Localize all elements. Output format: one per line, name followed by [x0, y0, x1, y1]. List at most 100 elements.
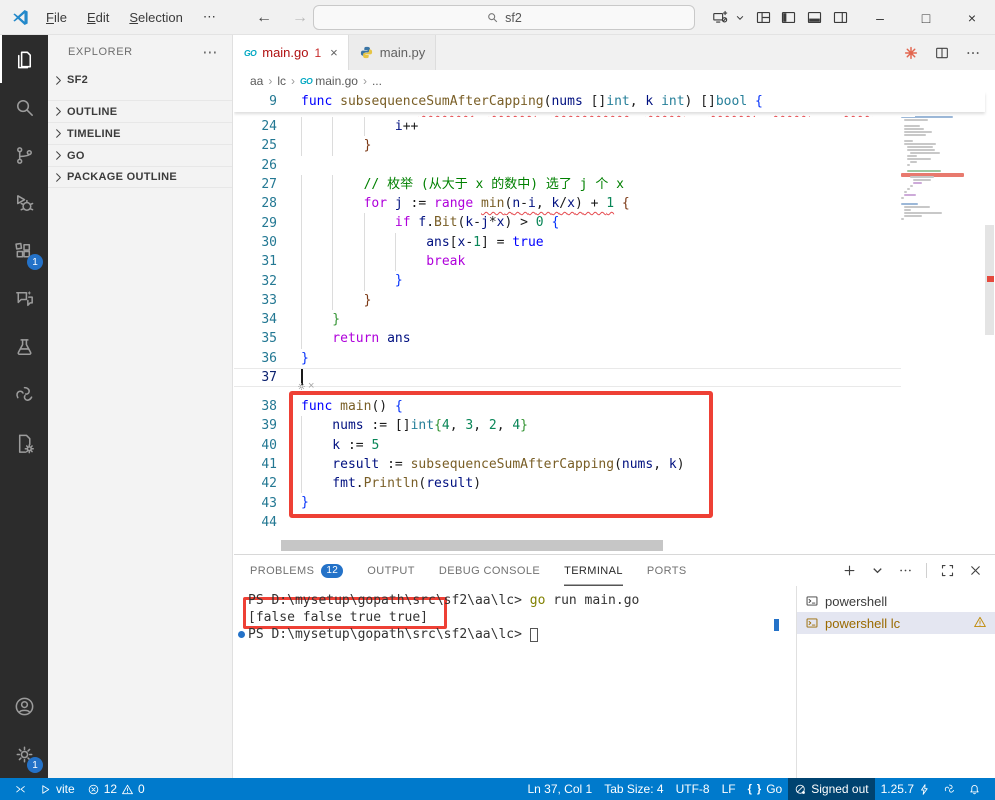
code-line-39[interactable]: 39 nums := []int{4, 3, 2, 4} [234, 416, 901, 435]
activity-run-and-debug[interactable] [0, 179, 48, 227]
code-line-40[interactable]: 40 k := 5 [234, 436, 901, 455]
terminal-tab-powershell-lc[interactable]: powershell lc [797, 612, 995, 634]
horizontal-scrollbar[interactable] [234, 540, 984, 551]
status-notifications[interactable] [962, 778, 987, 800]
status-encoding[interactable]: UTF-8 [670, 778, 716, 800]
menu-selection[interactable]: Selection [119, 0, 192, 35]
toggle-panel-icon[interactable] [806, 0, 823, 35]
panel-tab-debug-console[interactable]: DEBUG CONSOLE [439, 555, 540, 586]
status-tab-size[interactable]: Tab Size: 4 [598, 778, 669, 800]
activity-go-tools[interactable] [0, 371, 48, 419]
section-sf2[interactable]: SF2 [48, 69, 232, 91]
panel-tab-terminal[interactable]: TERMINAL [564, 555, 623, 586]
code-line-44[interactable]: 44 [234, 513, 901, 532]
activity-snippets[interactable] [0, 419, 48, 467]
code-line-27[interactable]: 27 // 枚举 (从大于 x 的数中) 选了 j 个 x [234, 175, 901, 194]
code-line-32[interactable]: 32} [234, 271, 901, 290]
maximize-button[interactable]: □ [903, 0, 949, 35]
activity-manage[interactable]: 1 [0, 730, 48, 778]
code-line-43[interactable]: 43} [234, 493, 901, 512]
more-actions-icon[interactable]: ⋯ [202, 43, 218, 61]
format-asterisk-icon[interactable] [903, 45, 919, 61]
code-line-28[interactable]: 28 for j := range min(n-i, k/x) + 1 { [234, 194, 901, 213]
status-language-mode[interactable]: { } Go [742, 778, 789, 800]
activity-bar-top: 1 [0, 35, 48, 467]
section-go[interactable]: GO [48, 144, 232, 166]
status-go-tools-status[interactable] [937, 778, 962, 800]
sticky-scroll-line[interactable]: 9 func subsequenceSumAfterCapping(nums []… [234, 92, 985, 112]
activity-testing[interactable] [0, 323, 48, 371]
close-button[interactable]: × [949, 0, 995, 35]
code-line-26[interactable]: 26 [234, 156, 901, 175]
activity-source-control[interactable] [0, 131, 48, 179]
more-actions-icon[interactable] [965, 45, 981, 61]
code-line-33[interactable]: 33} [234, 291, 901, 310]
close-tab-icon[interactable]: × [330, 45, 338, 60]
minimap-bar [910, 152, 940, 154]
terminal-output[interactable]: PS D:\mysetup\gopath\src\sf2\aa\lc> go r… [234, 586, 796, 778]
menu-file[interactable]: File [36, 0, 77, 35]
minimap-bar [913, 179, 931, 181]
tab-main-go[interactable]: GO main.go 1 × [234, 35, 349, 70]
breadcrumb-lc[interactable]: lc [277, 74, 286, 88]
toggle-primary-sidebar-icon[interactable] [780, 0, 797, 35]
status-accounts-signed-out[interactable]: Signed out [788, 778, 875, 800]
go-back-icon[interactable]: ← [256, 9, 272, 27]
activity-explorer[interactable] [0, 35, 48, 83]
activity-accounts[interactable] [0, 682, 48, 730]
tab-main-py[interactable]: main.py [348, 35, 437, 70]
scrollbar-thumb[interactable] [281, 540, 663, 551]
command-decoration-dot[interactable] [238, 631, 245, 638]
chevron-down-icon[interactable] [735, 0, 745, 35]
code-line-35[interactable]: 35 return ans [234, 329, 901, 348]
breadcrumb-main-go[interactable]: GO main.go [300, 74, 358, 88]
code-line-36[interactable]: 36} [234, 349, 901, 368]
panel-tab-ports[interactable]: PORTS [647, 555, 687, 586]
toggle-secondary-sidebar-icon[interactable] [832, 0, 849, 35]
code-line-34[interactable]: 34} [234, 310, 901, 329]
code-line-31[interactable]: 31 break [234, 252, 901, 271]
code-line-9[interactable]: 9 func subsequenceSumAfterCapping(nums []… [234, 92, 985, 111]
code-action-gear-icon[interactable]: × [296, 380, 314, 392]
section-timeline[interactable]: TIMELINE [48, 122, 232, 144]
status-cursor-position[interactable]: Ln 37, Col 1 [521, 778, 598, 800]
terminal-tab-powershell[interactable]: powershell [797, 590, 995, 612]
section-package-outline[interactable]: PACKAGE OUTLINE [48, 166, 232, 188]
section-outline[interactable]: OUTLINE [48, 100, 232, 122]
screencast-plus-icon[interactable] [712, 0, 729, 35]
code-line-38[interactable]: 38 func main() { [234, 397, 901, 416]
menu-more[interactable]: ⋯ [193, 0, 226, 35]
more-actions-icon[interactable] [898, 563, 913, 578]
status-remote-indicator[interactable] [8, 778, 33, 800]
status-go-version[interactable]: 1.25.7 [875, 778, 937, 800]
split-editor-icon[interactable] [934, 45, 950, 61]
activity-search[interactable] [0, 83, 48, 131]
vertical-scrollbar[interactable] [984, 92, 995, 554]
code-line-41[interactable]: 41 result := subsequenceSumAfterCapping(n… [234, 455, 901, 474]
activity-extensions[interactable]: 1 [0, 227, 48, 275]
status-problems-summary[interactable]: 12 0 [81, 778, 151, 800]
activity-chat[interactable] [0, 275, 48, 323]
code-line-30[interactable]: 30 ans[x-1] = true [234, 233, 901, 252]
panel-tab-problems[interactable]: PROBLEMS 12 [250, 555, 344, 586]
new-terminal-icon[interactable] [842, 563, 857, 578]
status-eol[interactable]: LF [716, 778, 742, 800]
code-line-42[interactable]: 42 fmt.Println(result) [234, 474, 901, 493]
status-text: Go [766, 782, 783, 796]
command-center-search[interactable]: sf2 [313, 5, 695, 30]
terminal-dropdown-icon[interactable] [870, 563, 885, 578]
code-line-29[interactable]: 29 if f.Bit(k-j*x) > 0 { [234, 213, 901, 232]
code-line-24[interactable]: 24 i++ [234, 117, 901, 136]
breadcrumb-aa[interactable]: aa [250, 74, 263, 88]
code-line-25[interactable]: 25} [234, 136, 901, 155]
menu-edit[interactable]: Edit [77, 0, 119, 35]
code-line-37[interactable]: 37 [234, 368, 901, 387]
minimize-button[interactable]: – [857, 0, 903, 35]
close-panel-icon[interactable] [968, 563, 983, 578]
panel-tab-output[interactable]: OUTPUT [367, 555, 415, 586]
maximize-panel-icon[interactable] [940, 563, 955, 578]
breadcrumb-[interactable]: ... [372, 74, 382, 88]
customize-layout-icon[interactable] [755, 0, 772, 35]
status-task-vite[interactable]: vite [33, 778, 81, 800]
go-forward-icon[interactable]: → [292, 9, 308, 27]
